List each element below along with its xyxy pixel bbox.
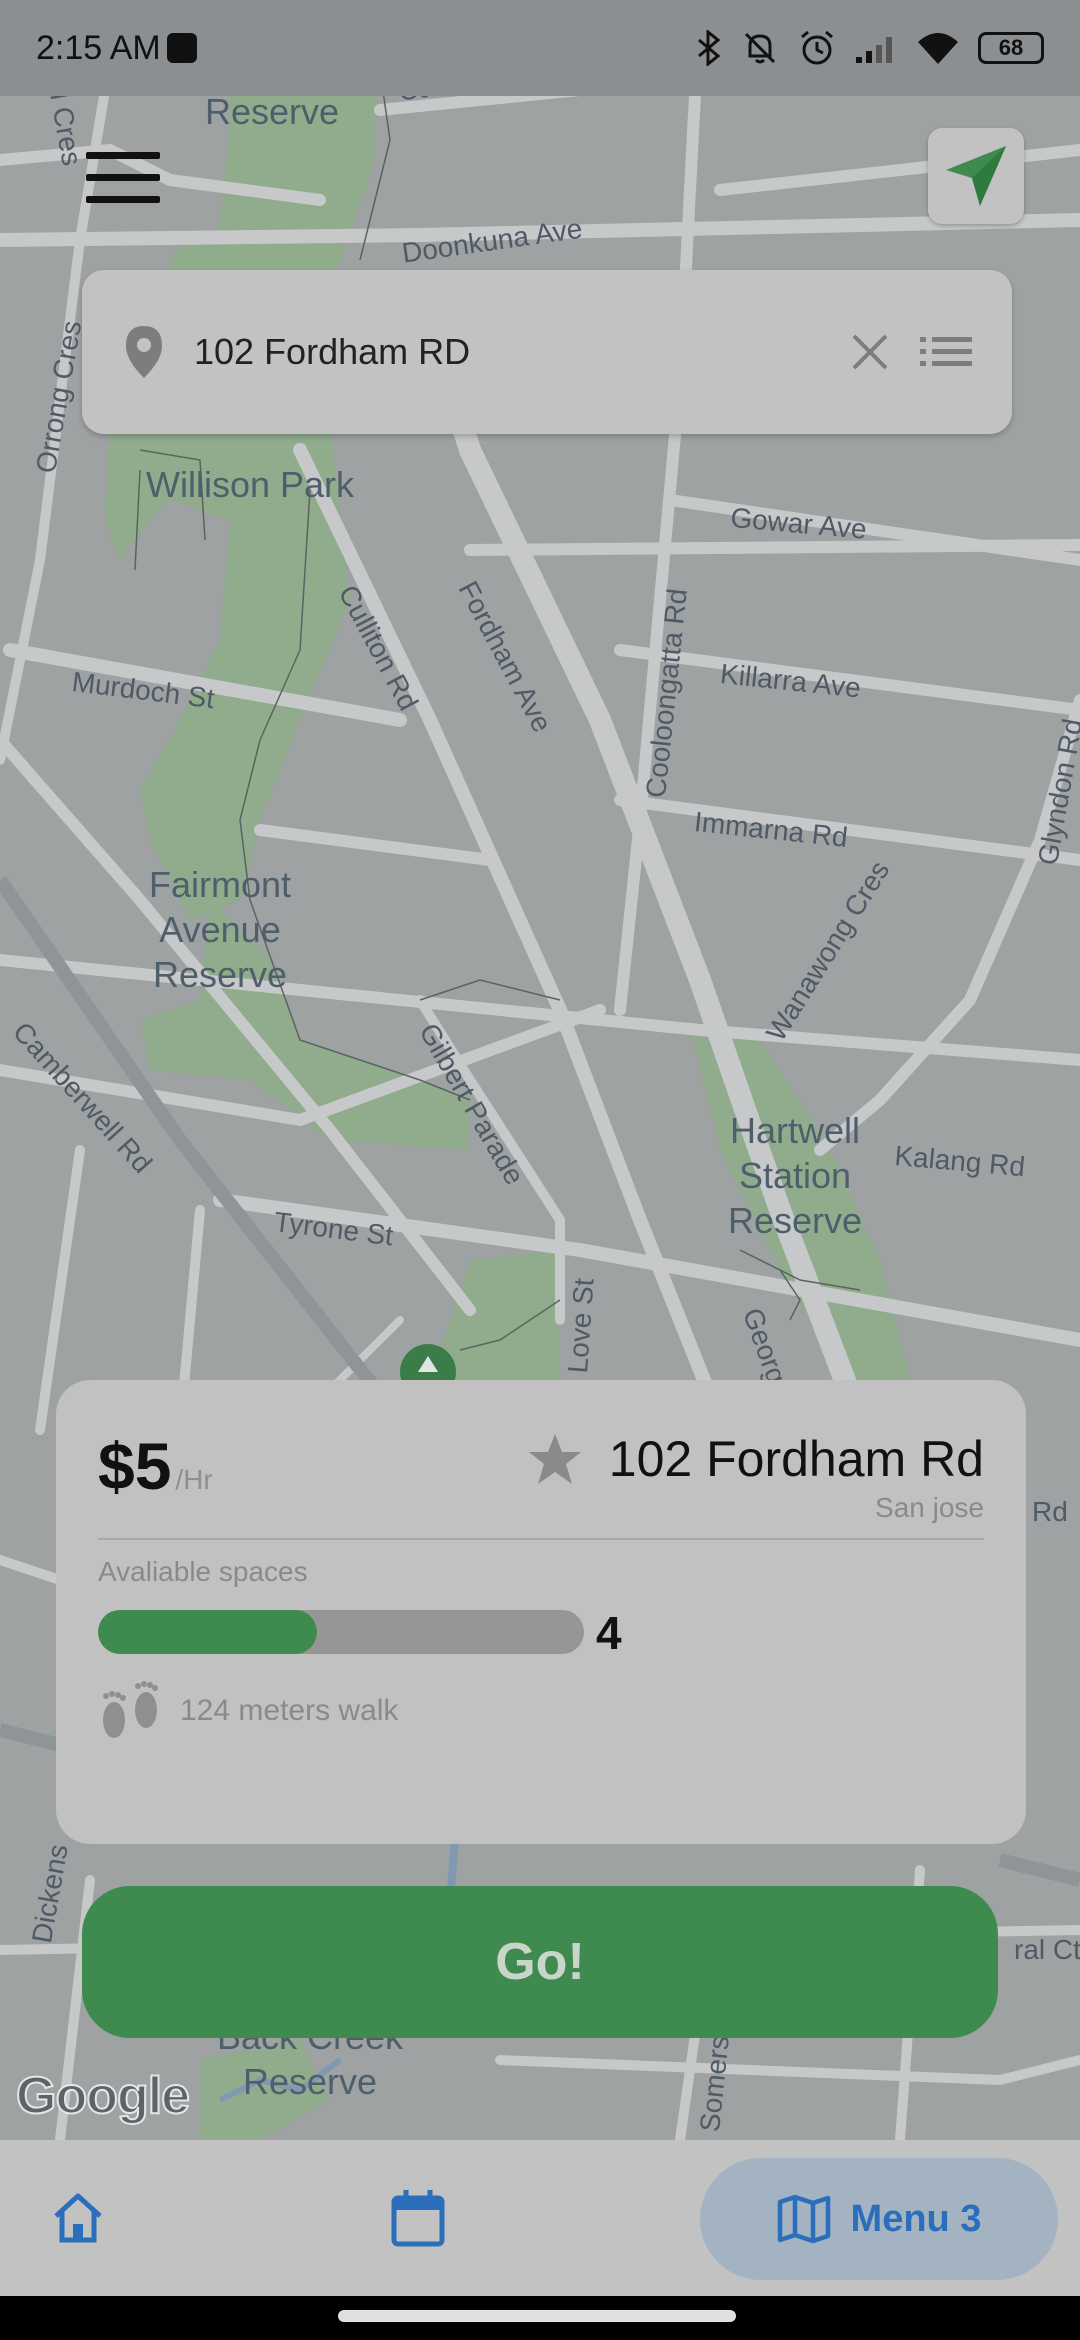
available-spaces-fill: [98, 1610, 317, 1654]
available-spaces-count: 4: [596, 1607, 622, 1659]
available-spaces-label: Avaliable spaces: [98, 1556, 308, 1587]
menu-icon: [86, 152, 160, 159]
home-gesture-handle[interactable]: [338, 2310, 736, 2322]
home-icon: [54, 2193, 102, 2243]
park-label: Fairmont Avenue Reserve: [148, 864, 292, 995]
go-button-label: Go!: [495, 1933, 585, 1991]
street-label: Love St: [562, 1277, 600, 1375]
wifi-icon: [918, 33, 958, 64]
search-input[interactable]: 102 Fordham RD: [194, 331, 820, 373]
card-title: 102 Fordham Rd: [527, 1430, 984, 1488]
calendar-icon: [391, 2190, 445, 2247]
status-bar: 2:15 AM 68: [0, 0, 1080, 96]
list-view-button[interactable]: [920, 335, 972, 369]
nav-calendar[interactable]: [366, 2140, 470, 2296]
google-attribution: Google: [15, 2066, 191, 2126]
park-label: Willison Park: [145, 464, 355, 505]
menu-icon: [86, 174, 160, 181]
walk-distance-text: 124 meters walk: [180, 1694, 399, 1727]
price: $5 /Hr: [98, 1428, 213, 1504]
close-icon: [852, 334, 888, 370]
status-icons: 68: [696, 28, 1044, 68]
street-label: ral Ct: [1014, 1934, 1080, 1965]
map-icon: [777, 2194, 830, 2244]
divider: [98, 1538, 984, 1540]
nav-menu-3-label: Menu 3: [850, 2197, 982, 2240]
menu-icon: [86, 196, 160, 203]
alarm-icon: [801, 30, 833, 65]
clear-search-button[interactable]: [850, 332, 890, 372]
notification-square-icon: [166, 33, 197, 63]
available-spaces-bar: [98, 1610, 584, 1654]
price-value: $5: [98, 1429, 172, 1503]
parking-details-card[interactable]: $5 /Hr 102 Fordham Rd San jose Avaliable…: [56, 1380, 1026, 1844]
park-label: Hartwell Station Reserve: [727, 1110, 863, 1241]
signal-icon: [856, 37, 892, 63]
navigation-arrow-icon: [946, 146, 1006, 206]
street-label: Rd: [1032, 1496, 1068, 1527]
hamburger-menu-button[interactable]: [86, 152, 160, 206]
location-pin-icon: [126, 326, 162, 378]
list-icon: [920, 337, 972, 366]
my-location-button[interactable]: [928, 128, 1024, 224]
walk-distance: 124 meters walk: [98, 1676, 398, 1746]
go-button[interactable]: Go!: [82, 1886, 998, 2038]
nav-home[interactable]: [26, 2140, 130, 2296]
nav-menu-3[interactable]: Menu 3: [700, 2158, 1058, 2280]
footprints-icon: [103, 1681, 158, 1738]
battery-icon: 68: [978, 32, 1044, 64]
system-navigation-bar: [0, 2296, 1080, 2340]
bottom-navigation: Menu 3: [0, 2140, 1080, 2296]
status-time: 2:15 AM: [36, 28, 161, 67]
mute-icon: [744, 32, 776, 64]
price-unit: /Hr: [175, 1464, 213, 1495]
card-city: San jose: [875, 1492, 984, 1523]
card-address: 102 Fordham Rd: [608, 1431, 984, 1487]
bluetooth-icon: [698, 30, 721, 66]
star-icon[interactable]: [527, 1432, 583, 1486]
search-bar[interactable]: 102 Fordham RD: [82, 270, 1012, 434]
